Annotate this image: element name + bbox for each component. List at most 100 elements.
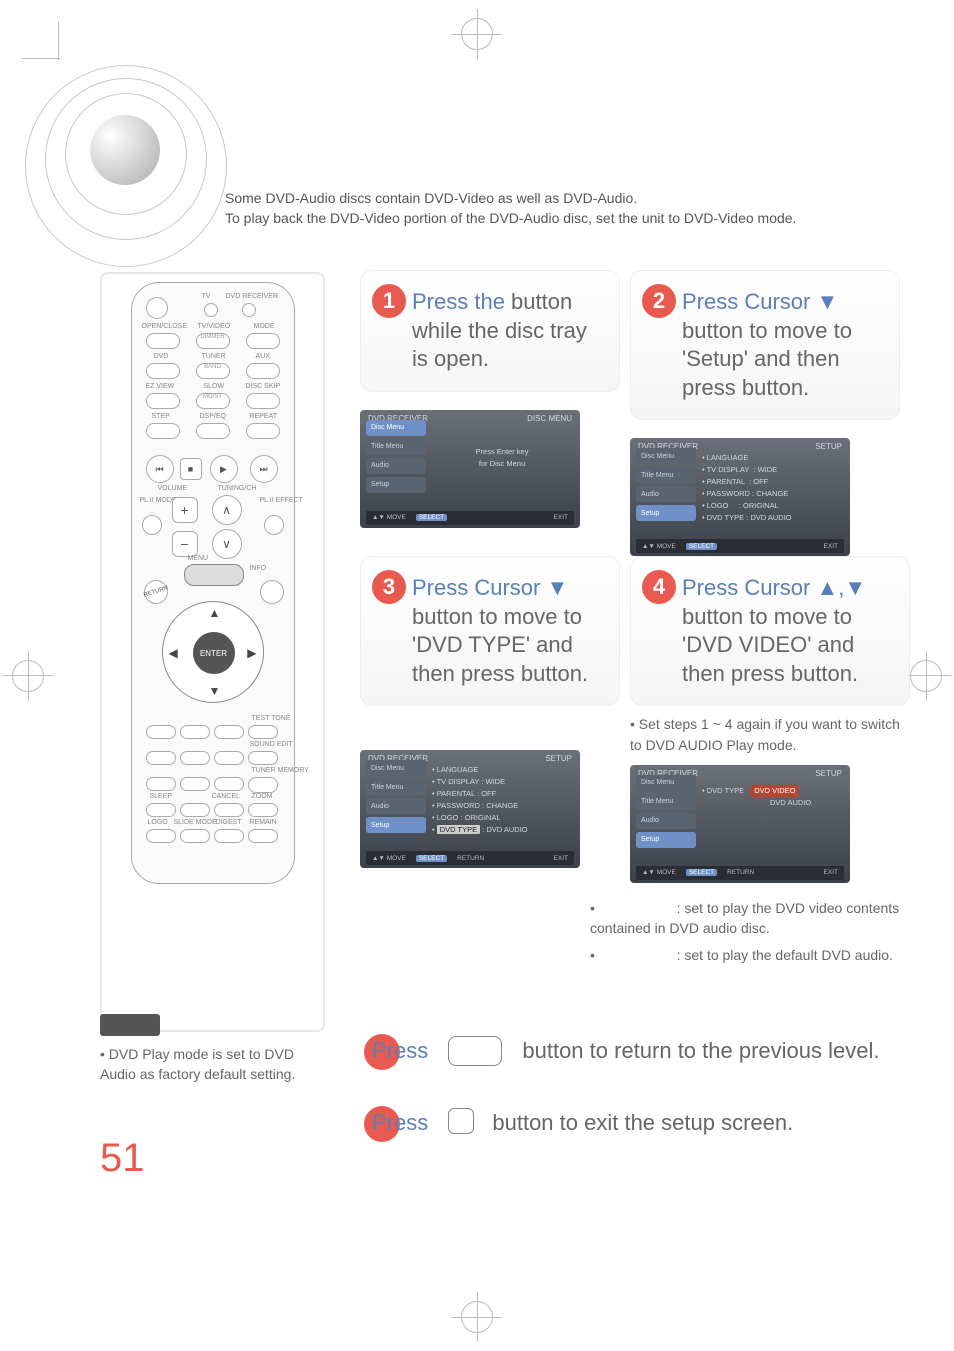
num5-button[interactable] xyxy=(180,751,210,765)
menu-button[interactable] xyxy=(184,564,244,586)
mode-button[interactable] xyxy=(246,333,280,349)
cursor-right-icon[interactable]: ▶ xyxy=(247,646,256,660)
cancel-button[interactable] xyxy=(214,803,244,817)
i3tv: WIDE xyxy=(486,777,506,786)
ezview-label: EZ VIEW xyxy=(146,383,175,390)
f3m: MOVE xyxy=(387,855,406,862)
tuning-label: TUNING/CH xyxy=(218,485,257,492)
i-type: DVD TYPE xyxy=(707,513,744,522)
num0-button[interactable] xyxy=(180,803,210,817)
osd2-side-discmenu: Disc Menu xyxy=(636,448,696,464)
band-button[interactable]: BAND xyxy=(196,363,230,379)
dvd-select-button[interactable] xyxy=(242,303,256,317)
remain-label: REMAIN xyxy=(250,819,277,826)
f3r: RETURN xyxy=(457,855,484,862)
i3t: TV DISPLAY xyxy=(437,777,480,786)
dvdtype-notes: • : set to play the DVD video contents c… xyxy=(590,898,910,965)
num2-button[interactable] xyxy=(180,725,210,739)
tv-select-button[interactable] xyxy=(204,303,218,317)
openclose-button[interactable] xyxy=(146,333,180,349)
f2s: SELECT xyxy=(686,543,717,550)
f4m: MOVE xyxy=(657,869,676,876)
vol-up-button[interactable]: + xyxy=(172,497,198,523)
i-pwd: PASSWORD xyxy=(707,489,750,498)
cursor-down-icon[interactable]: ▼ xyxy=(209,684,221,698)
s2a: Press Cursor xyxy=(682,289,816,314)
zoom-label: ZOOM xyxy=(252,793,273,800)
return-button[interactable]: RETURN xyxy=(140,577,170,607)
remote-panel: TV DVD RECEIVER OPEN/CLOSE TV/VIDEO MODE… xyxy=(100,272,325,1032)
slidemode-button[interactable] xyxy=(180,829,210,843)
zoom-button[interactable] xyxy=(248,803,278,817)
pl2mode-button[interactable] xyxy=(142,515,162,535)
aux-button[interactable] xyxy=(246,363,280,379)
repeat-button[interactable] xyxy=(246,423,280,439)
play-pause-button[interactable]: ▶ xyxy=(210,455,238,483)
num9-button[interactable] xyxy=(214,777,244,791)
dspeq-button[interactable] xyxy=(196,423,230,439)
digest-button[interactable] xyxy=(214,829,244,843)
step-3-screenshot: DVD RECEIVER SETUP Disc Menu Title Menu … xyxy=(360,750,580,868)
step-3: 3 Press Cursor ▼ button to move to 'DVD … xyxy=(360,556,620,868)
remain-button[interactable] xyxy=(248,829,278,843)
step-2-prefix: Press Cursor ▼ xyxy=(682,289,838,314)
step-1-prefix: Press the xyxy=(412,289,511,314)
step-button[interactable] xyxy=(146,423,180,439)
step-2: 2 Press Cursor ▼ button to move to 'Setu… xyxy=(630,270,900,556)
ezview-button[interactable] xyxy=(146,393,180,409)
osd3-header-right: SETUP xyxy=(545,754,572,763)
i3l: LANGUAGE xyxy=(437,765,479,774)
i-tvdv: WIDE xyxy=(758,465,778,474)
sleep-button[interactable] xyxy=(146,803,176,817)
discskip-button[interactable] xyxy=(246,393,280,409)
osd2-side-audio: Audio xyxy=(636,486,696,502)
osd-sidebar: Disc Menu Title Menu Audio Setup xyxy=(366,420,426,496)
num7-button[interactable] xyxy=(146,777,176,791)
step-4-note: • Set steps 1 ~ 4 again if you want to s… xyxy=(630,714,910,755)
prev-button[interactable]: ⏮ xyxy=(146,455,174,483)
tmemory-label: TUNER MEMORY xyxy=(252,767,309,774)
power-button[interactable] xyxy=(146,297,168,319)
stop-button[interactable]: ■ xyxy=(180,458,202,480)
ch-down-button[interactable]: ∨ xyxy=(212,529,242,559)
soundedit-button[interactable] xyxy=(248,751,278,765)
i3g: LOGO xyxy=(437,813,459,822)
i3gv: ORIGINAL xyxy=(465,813,501,822)
dvd-button[interactable] xyxy=(146,363,180,379)
num6-button[interactable] xyxy=(214,751,244,765)
num1-button[interactable] xyxy=(146,725,176,739)
dimmer-button[interactable]: DIMMER xyxy=(196,333,230,349)
vol-down-button[interactable]: − xyxy=(172,531,198,557)
crop-l2 xyxy=(22,58,60,59)
osd-ftr-select: SELECT xyxy=(416,514,447,521)
tmemory-button[interactable] xyxy=(248,777,278,793)
line6-rest: button to exit the setup screen. xyxy=(492,1110,793,1135)
osd2-side-setup: Setup xyxy=(636,505,696,521)
deco-sphere xyxy=(20,60,230,270)
mute-button[interactable] xyxy=(260,580,284,604)
step-1-number: 1 xyxy=(372,284,406,318)
i3p: PARENTAL xyxy=(437,789,475,798)
step-4-screenshot: DVD RECEIVER SETUP Disc Menu Title Menu … xyxy=(630,765,850,883)
osd4-content: • DVD TYPE DVD VIDEO DVD AUDIO xyxy=(702,785,842,809)
testtone-button[interactable] xyxy=(248,725,278,739)
tuner-label: TUNER xyxy=(202,353,226,360)
logo-button[interactable] xyxy=(146,829,176,843)
intro-line-2: To play back the DVD-Video portion of th… xyxy=(225,208,885,228)
intro-line-1: Some DVD-Audio discs contain DVD-Video a… xyxy=(225,188,885,208)
ch-up-button[interactable]: ∧ xyxy=(212,495,242,525)
pl2effect-button[interactable] xyxy=(264,515,284,535)
i-parv: OFF xyxy=(753,477,768,486)
most-button[interactable]: MO/ST xyxy=(196,393,230,409)
num8-button[interactable] xyxy=(180,777,210,791)
osd-center-l2: for Disc Menu xyxy=(432,458,572,470)
next-button[interactable]: ⏭ xyxy=(250,455,278,483)
num3-button[interactable] xyxy=(214,725,244,739)
num4-button[interactable] xyxy=(146,751,176,765)
cursor-left-icon[interactable]: ◀ xyxy=(169,646,178,660)
step-3-bubble: 3 Press Cursor ▼ button to move to 'DVD … xyxy=(360,556,620,706)
osd4-header-right: SETUP xyxy=(815,769,842,778)
i3ty: DVD TYPE xyxy=(437,825,480,834)
enter-button[interactable]: ENTER xyxy=(193,632,235,674)
cursor-up-icon[interactable]: ▲ xyxy=(209,606,221,620)
